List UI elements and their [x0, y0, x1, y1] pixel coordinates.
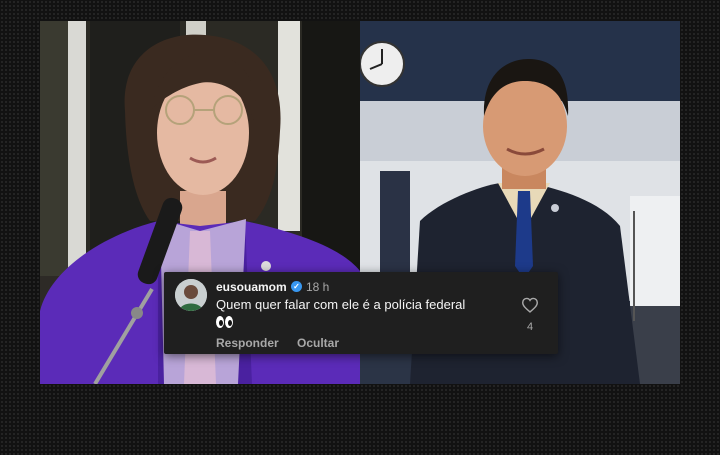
comment-timestamp: 18 h: [306, 280, 330, 294]
comment-card: eusouamom ✓ 18 h Quem quer falar com ele…: [164, 272, 558, 354]
heart-icon[interactable]: [521, 297, 539, 313]
reply-button[interactable]: Responder: [216, 336, 279, 350]
comment-username[interactable]: eusouamom: [216, 280, 287, 294]
verified-badge-icon: ✓: [291, 281, 302, 292]
hide-button[interactable]: Ocultar: [297, 336, 339, 350]
comment-text: Quem quer falar com ele é a polícia fede…: [216, 297, 466, 312]
avatar[interactable]: [175, 279, 207, 311]
eyes-emoji: [216, 315, 236, 329]
like-count: 4: [526, 321, 534, 333]
